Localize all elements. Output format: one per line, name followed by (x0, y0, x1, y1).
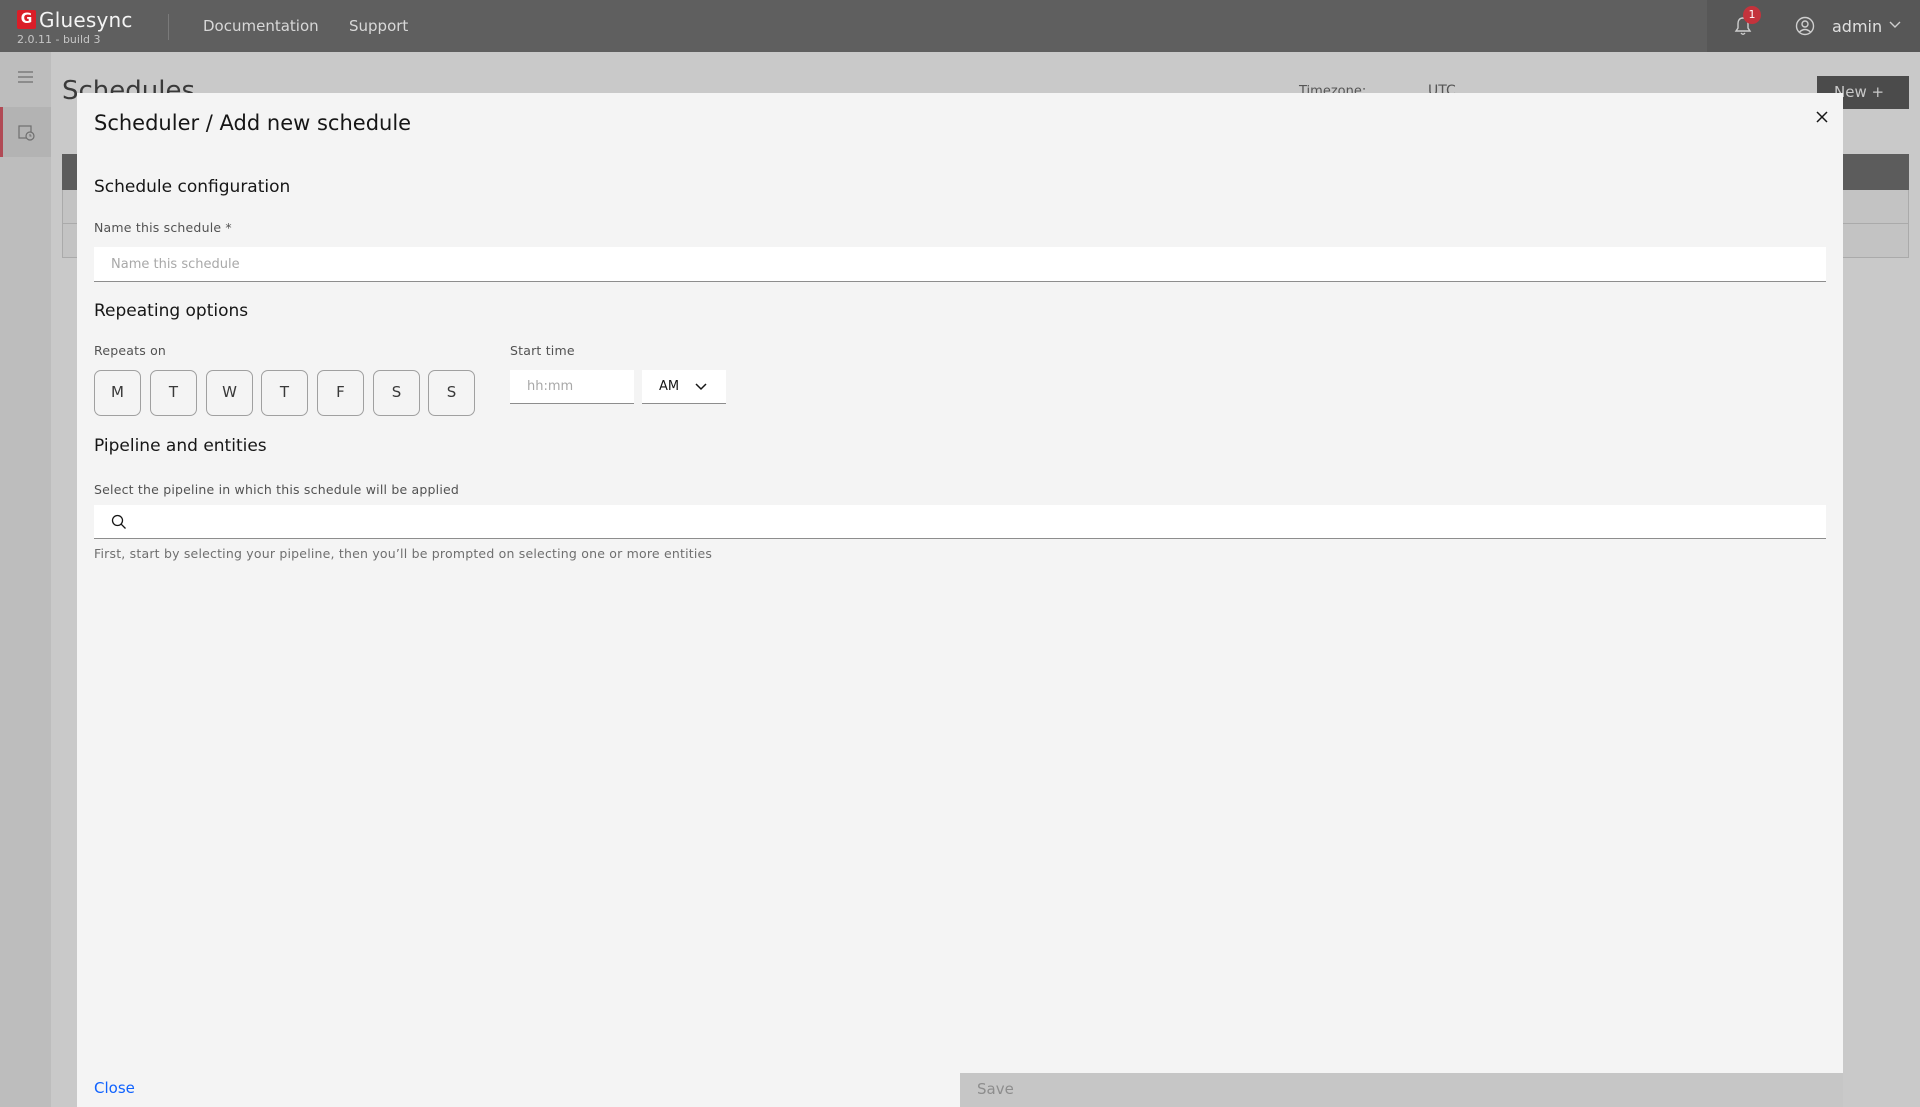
start-time-label: Start time (510, 343, 575, 358)
ampm-value: AM (659, 379, 680, 394)
modal-title: Scheduler / Add new schedule (94, 111, 412, 135)
ampm-select[interactable]: AM (642, 370, 726, 404)
header-divider (168, 14, 169, 40)
chevron-down-icon[interactable] (1889, 21, 1901, 29)
save-button[interactable]: Save (960, 1073, 1843, 1107)
menu-icon (18, 71, 33, 83)
pipeline-field-label: Select the pipeline in which this schedu… (94, 482, 460, 497)
side-rail (0, 52, 51, 1107)
app-logo[interactable]: G Gluesync 2.0.11 - build 3 (17, 8, 157, 46)
add-schedule-modal: Scheduler / Add new schedule Schedule co… (77, 93, 1843, 1107)
name-field-label: Name this schedule * (94, 220, 232, 235)
day-tuesday-button[interactable]: T (150, 370, 197, 416)
pipeline-entities-heading: Pipeline and entities (94, 436, 267, 456)
logo-mark-icon: G (17, 10, 36, 29)
search-icon (111, 514, 126, 529)
day-monday-button[interactable]: M (94, 370, 141, 416)
user-name[interactable]: admin (1832, 17, 1882, 36)
close-button[interactable]: Close (94, 1079, 135, 1097)
repeats-on-label: Repeats on (94, 343, 167, 358)
nav-support[interactable]: Support (349, 17, 408, 35)
pipeline-helper-text: First, start by selecting your pipeline,… (94, 546, 713, 561)
chevron-down-icon (695, 383, 707, 391)
pipeline-search-input[interactable] (138, 505, 1818, 538)
day-sunday-button[interactable]: S (428, 370, 475, 416)
start-time-input[interactable] (510, 370, 634, 404)
user-avatar-icon[interactable] (1795, 16, 1815, 36)
schedule-config-heading: Schedule configuration (94, 177, 291, 197)
close-icon[interactable] (1810, 105, 1834, 129)
app-version: 2.0.11 - build 3 (17, 33, 101, 46)
day-wednesday-button[interactable]: W (206, 370, 253, 416)
menu-toggle-button[interactable] (0, 52, 51, 102)
calendar-clock-icon (18, 125, 35, 141)
sidebar-item-schedules[interactable] (0, 107, 51, 157)
day-friday-button[interactable]: F (317, 370, 364, 416)
top-header: G Gluesync 2.0.11 - build 3 Documentatio… (0, 0, 1920, 52)
notification-badge: 1 (1743, 6, 1761, 24)
nav-documentation[interactable]: Documentation (203, 17, 319, 35)
schedule-name-input[interactable] (94, 247, 1826, 282)
day-saturday-button[interactable]: S (373, 370, 420, 416)
pipeline-search-field[interactable] (94, 505, 1826, 539)
repeating-options-heading: Repeating options (94, 301, 249, 321)
brand-name: Gluesync (39, 8, 133, 32)
day-thursday-button[interactable]: T (261, 370, 308, 416)
